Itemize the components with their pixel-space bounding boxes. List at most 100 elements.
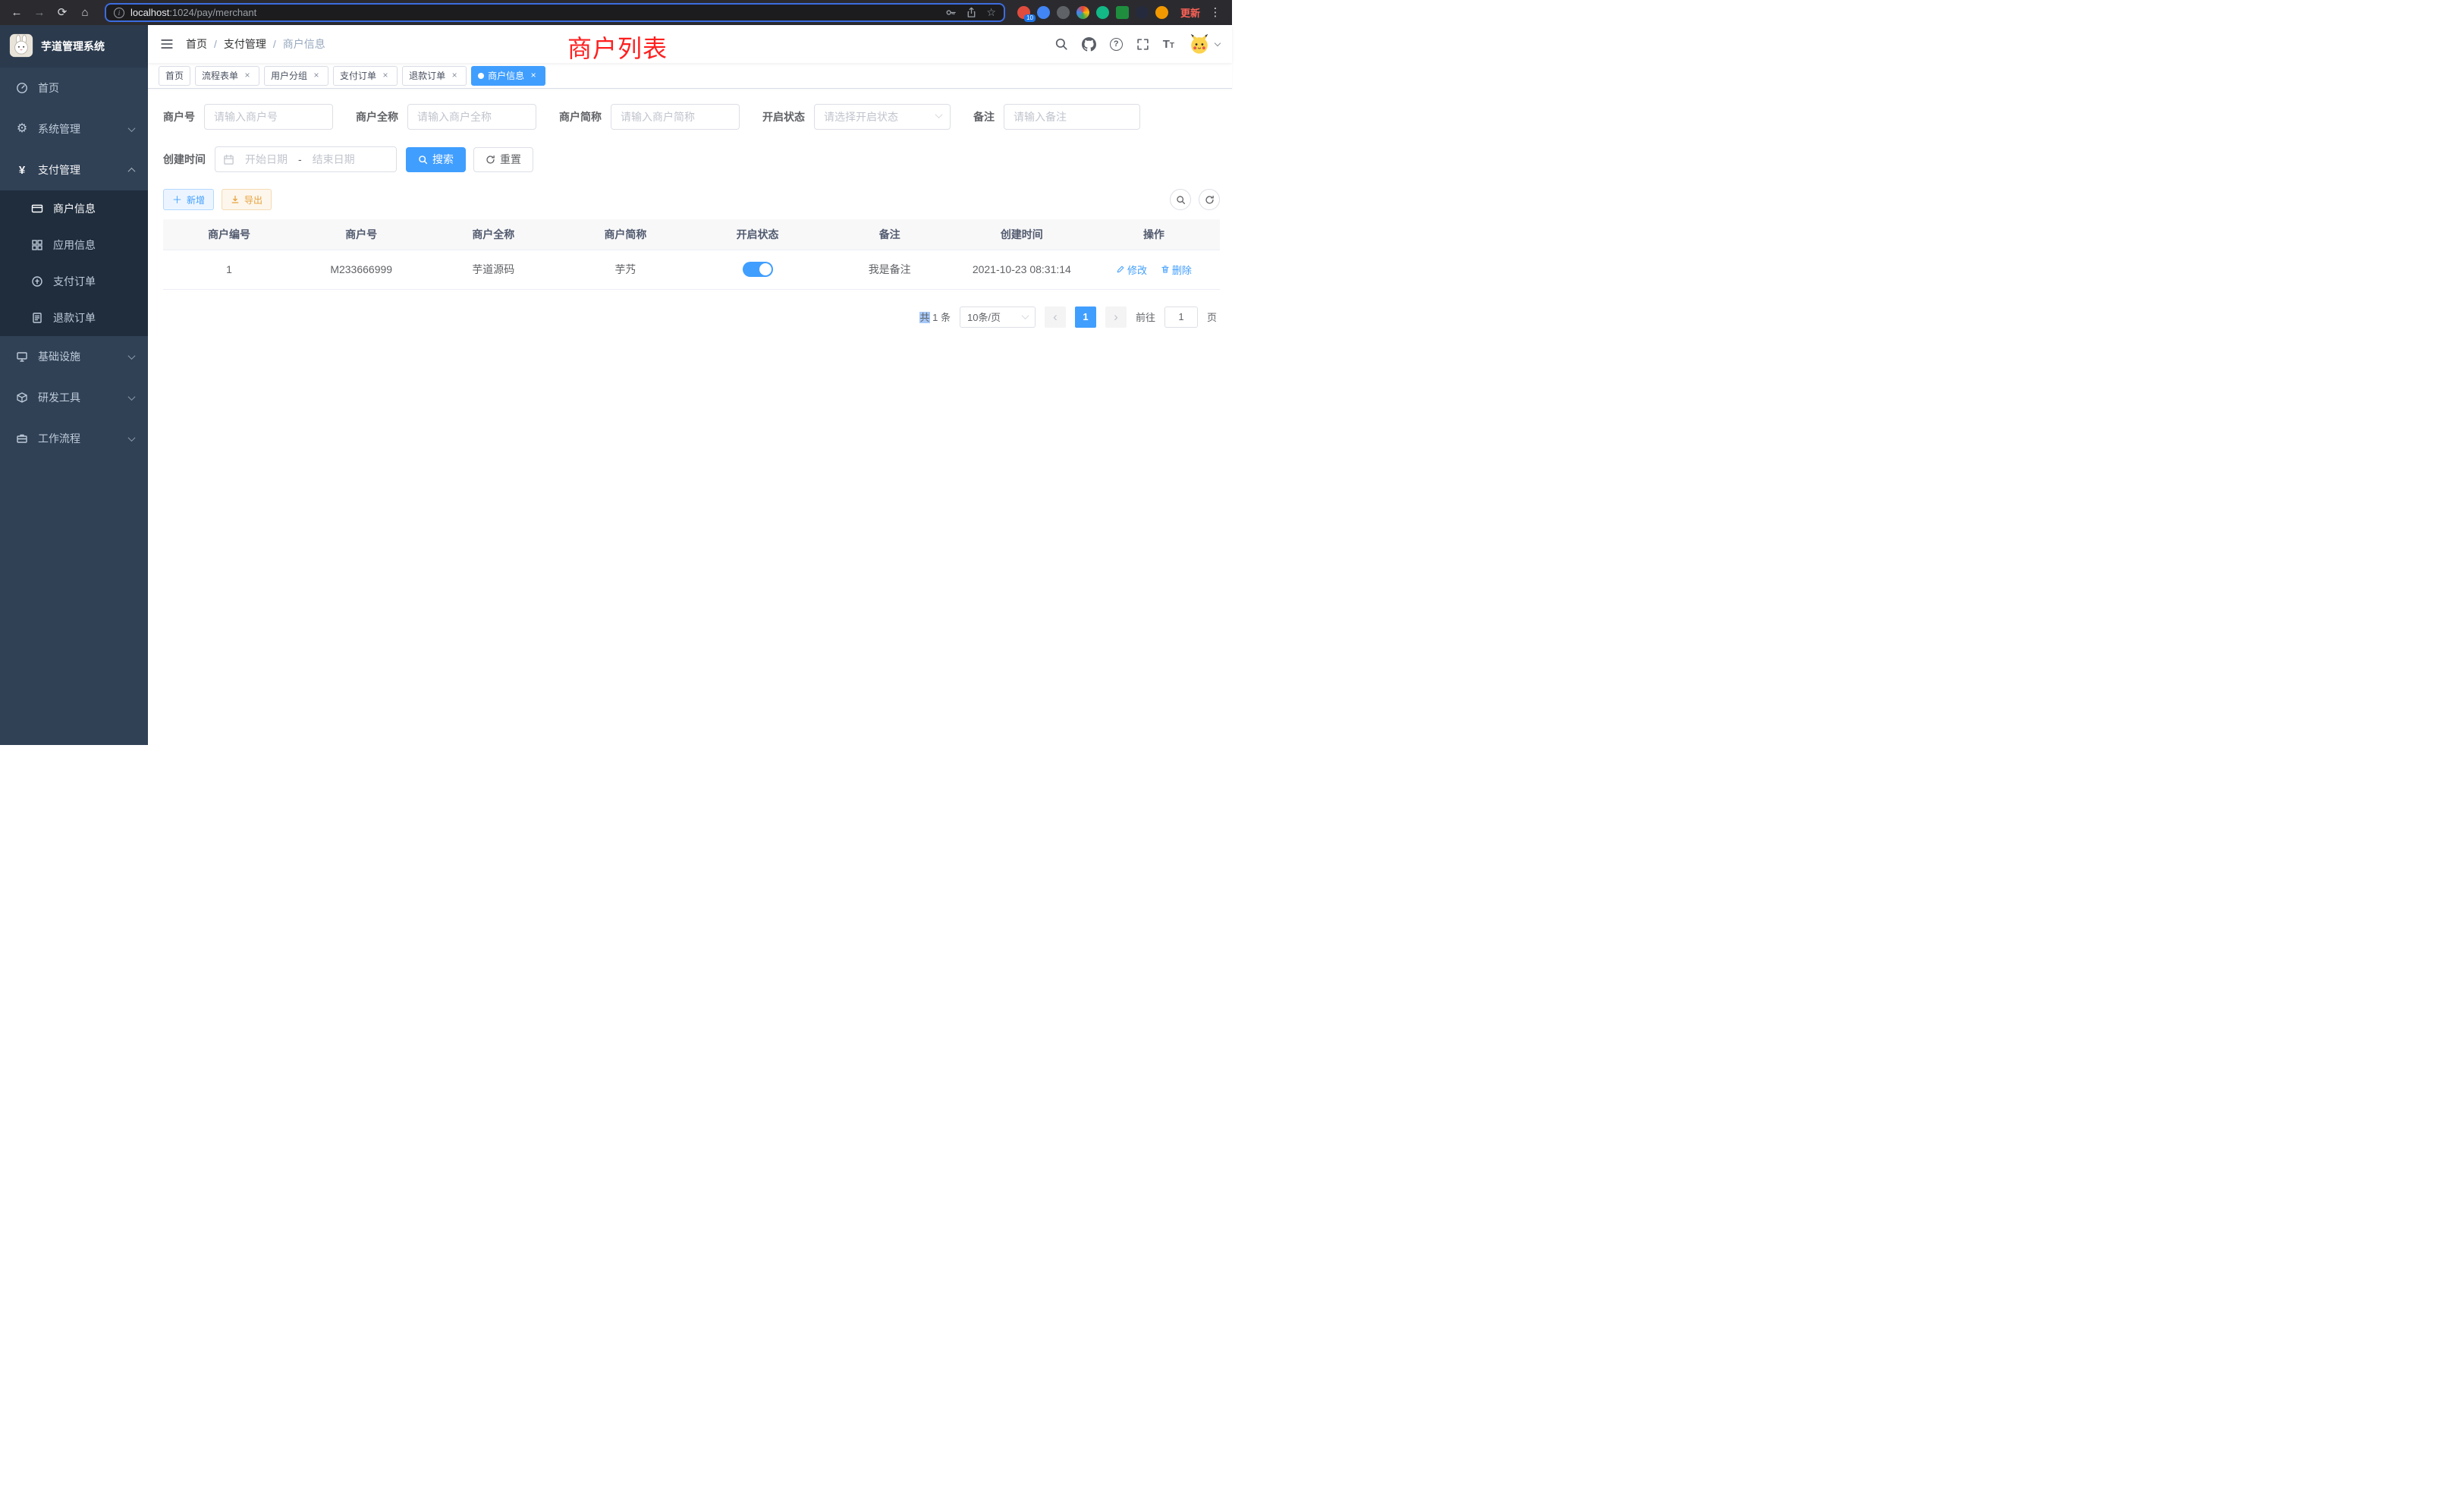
extension-icon[interactable] bbox=[1037, 6, 1050, 19]
sidebar-item-devtools[interactable]: 研发工具 bbox=[0, 377, 148, 418]
sidebar-subitem-merchant-info[interactable]: 商户信息 bbox=[0, 190, 148, 227]
browser-update-button[interactable]: 更新 bbox=[1180, 5, 1200, 20]
forward-icon[interactable]: → bbox=[32, 7, 47, 18]
table-header-row: 商户编号 商户号 商户全称 商户简称 开启状态 备注 创建时间 操作 bbox=[163, 219, 1220, 250]
sidebar-item-payment[interactable]: ¥ 支付管理 bbox=[0, 149, 148, 190]
edit-link[interactable]: 修改 bbox=[1116, 262, 1147, 277]
screen: ← → ⟳ ⌂ i localhost:1024/pay/merchant ☆ … bbox=[0, 0, 1232, 745]
extension-icon[interactable] bbox=[1096, 6, 1109, 19]
page-content: 商户号 商户全称 商户简称 开启状态 bbox=[148, 89, 1232, 745]
tab-pay-order[interactable]: 支付订单 × bbox=[333, 66, 398, 86]
navbar-actions: ? TT bbox=[1054, 33, 1220, 55]
start-date-input[interactable] bbox=[240, 153, 293, 165]
browser-chrome: ← → ⟳ ⌂ i localhost:1024/pay/merchant ☆ … bbox=[0, 0, 1232, 25]
tab-user-group[interactable]: 用户分组× bbox=[264, 66, 328, 86]
search-icon[interactable] bbox=[1054, 37, 1068, 51]
create-time-range[interactable]: - bbox=[215, 146, 397, 172]
tags-bar: 首页 流程表单× 用户分组× 支付订单 × 退款订单× 商户信息× bbox=[148, 63, 1232, 89]
range-separator: - bbox=[298, 153, 302, 165]
calendar-icon bbox=[223, 154, 234, 165]
next-page-button[interactable]: › bbox=[1105, 306, 1127, 328]
tab-refund-order[interactable]: 退款订单× bbox=[402, 66, 467, 86]
extension-icon[interactable] bbox=[1076, 6, 1089, 19]
sidebar-item-infrastructure[interactable]: 基础设施 bbox=[0, 336, 148, 377]
sidebar-item-workflow[interactable]: 工作流程 bbox=[0, 418, 148, 459]
sidebar-subitem-app-info[interactable]: 应用信息 bbox=[0, 227, 148, 263]
back-icon[interactable]: ← bbox=[9, 7, 24, 18]
status-select[interactable] bbox=[814, 104, 951, 130]
tab-label: 支付订单 bbox=[340, 69, 376, 82]
breadcrumb: 首页 / 支付管理 / 商户信息 bbox=[186, 36, 325, 52]
page-unit-label: 页 bbox=[1207, 310, 1217, 324]
tab-process-form[interactable]: 流程表单× bbox=[195, 66, 259, 86]
cell-full-name: 芋道源码 bbox=[427, 250, 559, 289]
filter-label: 商户简称 bbox=[559, 109, 602, 124]
end-date-input[interactable] bbox=[307, 153, 360, 165]
sidebar-item-system[interactable]: ⚙ 系统管理 bbox=[0, 108, 148, 149]
app-logo[interactable]: 芋道管理系统 bbox=[0, 25, 148, 68]
reset-button[interactable]: 重置 bbox=[473, 147, 533, 172]
extension-icon[interactable]: 10 bbox=[1017, 6, 1030, 19]
delete-link[interactable]: 删除 bbox=[1161, 262, 1192, 277]
logo-rabbit-icon bbox=[9, 33, 33, 60]
share-icon[interactable] bbox=[966, 7, 977, 18]
tab-merchant-info[interactable]: 商户信息× bbox=[471, 66, 545, 86]
goto-page-input[interactable] bbox=[1164, 306, 1198, 328]
browser-extensions: 10 bbox=[1017, 6, 1168, 19]
browser-menu-icon[interactable]: ⋮ bbox=[1208, 7, 1223, 18]
page-1-button[interactable]: 1 bbox=[1075, 306, 1096, 328]
navbar: 首页 / 支付管理 / 商户信息 ? TT bbox=[148, 25, 1232, 63]
status-select-input[interactable] bbox=[814, 104, 951, 130]
prev-page-button[interactable]: ‹ bbox=[1045, 306, 1066, 328]
home-icon[interactable]: ⌂ bbox=[77, 7, 93, 18]
sidebar-item-label: 系统管理 bbox=[38, 121, 80, 137]
export-button[interactable]: 导出 bbox=[222, 189, 272, 210]
sidebar-subitem-pay-order[interactable]: 支付订单 bbox=[0, 263, 148, 300]
close-icon[interactable]: × bbox=[380, 71, 391, 81]
filter-remark: 备注 bbox=[973, 104, 1140, 130]
hamburger-icon[interactable] bbox=[160, 37, 174, 51]
bookmark-star-icon[interactable]: ☆ bbox=[986, 6, 996, 19]
status-toggle[interactable] bbox=[743, 262, 773, 277]
fullscreen-icon[interactable] bbox=[1136, 38, 1149, 51]
key-icon[interactable] bbox=[945, 7, 957, 18]
short-name-input[interactable] bbox=[611, 104, 740, 130]
sidebar-subitem-label: 应用信息 bbox=[53, 237, 96, 253]
reload-icon[interactable]: ⟳ bbox=[55, 7, 70, 18]
search-icon bbox=[1176, 195, 1186, 205]
full-name-input[interactable] bbox=[407, 104, 536, 130]
sidebar-subitem-refund-order[interactable]: 退款订单 bbox=[0, 300, 148, 336]
pikachu-avatar-icon bbox=[1188, 33, 1211, 55]
extension-icon[interactable] bbox=[1136, 6, 1149, 19]
github-icon[interactable] bbox=[1082, 37, 1096, 52]
tab-home[interactable]: 首页 bbox=[159, 66, 190, 86]
pagination-total-rest: 1 条 bbox=[930, 312, 951, 323]
sidebar-item-home[interactable]: 首页 bbox=[0, 68, 148, 108]
url-bar[interactable]: i localhost:1024/pay/merchant ☆ bbox=[105, 3, 1005, 22]
refresh-table-button[interactable] bbox=[1199, 189, 1220, 210]
site-info-icon[interactable]: i bbox=[114, 8, 124, 18]
close-icon[interactable]: × bbox=[528, 71, 539, 81]
column-header: 商户全称 bbox=[427, 219, 559, 250]
merchant-no-input[interactable] bbox=[204, 104, 333, 130]
url-text: localhost:1024/pay/merchant bbox=[130, 7, 939, 18]
search-button[interactable]: 搜索 bbox=[406, 147, 466, 172]
breadcrumb-home[interactable]: 首页 bbox=[186, 36, 207, 52]
extension-icon[interactable] bbox=[1057, 6, 1070, 19]
profile-avatar[interactable] bbox=[1155, 6, 1168, 19]
add-button[interactable]: ＋ 新增 bbox=[163, 189, 214, 210]
extension-icon[interactable] bbox=[1116, 6, 1129, 19]
filter-status: 开启状态 bbox=[762, 104, 951, 130]
close-icon[interactable]: × bbox=[242, 71, 253, 81]
toggle-search-button[interactable] bbox=[1170, 189, 1191, 210]
user-avatar[interactable] bbox=[1188, 33, 1220, 55]
url-bar-actions: ☆ bbox=[945, 6, 996, 19]
close-icon[interactable]: × bbox=[449, 71, 460, 81]
help-icon[interactable]: ? bbox=[1110, 38, 1123, 51]
briefcase-icon bbox=[15, 432, 29, 445]
page-size-select[interactable]: 10条/页 bbox=[960, 306, 1036, 328]
close-icon[interactable]: × bbox=[311, 71, 322, 81]
remark-input[interactable] bbox=[1004, 104, 1140, 130]
font-size-icon[interactable]: TT bbox=[1163, 39, 1174, 50]
breadcrumb-payment[interactable]: 支付管理 bbox=[224, 36, 266, 52]
